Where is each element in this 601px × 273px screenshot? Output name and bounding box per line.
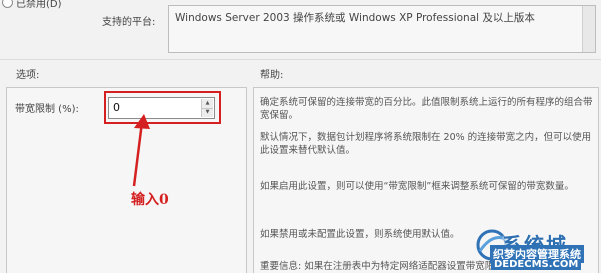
platform-scrollbar[interactable] [582,6,595,52]
annotation-arrow-icon [132,114,150,187]
watermark-url: DEDECMS.COM [491,259,582,270]
help-paragraph: 如果启用此设置，则可以使用“带宽限制”框来调整系统可保留的带宽数量。 [260,181,574,192]
bandwidth-limit-label: 带宽限制 (%): [15,104,79,115]
disabled-radio[interactable]: 已禁用(D) [2,0,62,10]
annotation-text: 输入0 [131,192,169,208]
help-heading: 帮助: [260,70,284,81]
disabled-radio-label: 已禁用(D) [16,0,62,10]
supported-platform-box: Windows Server 2003 操作系统或 Windows XP Pro… [168,5,596,53]
help-paragraph: 确定系统可保留的连接带宽的百分比。此值限制系统上运行的所有程序的组合带宽保留。 [260,97,593,121]
supported-platform-value: Windows Server 2003 操作系统或 Windows XP Pro… [175,12,535,24]
divider [0,59,601,60]
supported-platform-label: 支持的平台: [102,17,156,28]
options-heading: 选项: [16,70,40,81]
help-paragraph: 默认情况下，数据包计划程序将系统限制在 20% 的连接带宽之内，但可以使用此设置… [260,132,592,156]
radio-circle[interactable] [2,0,13,8]
